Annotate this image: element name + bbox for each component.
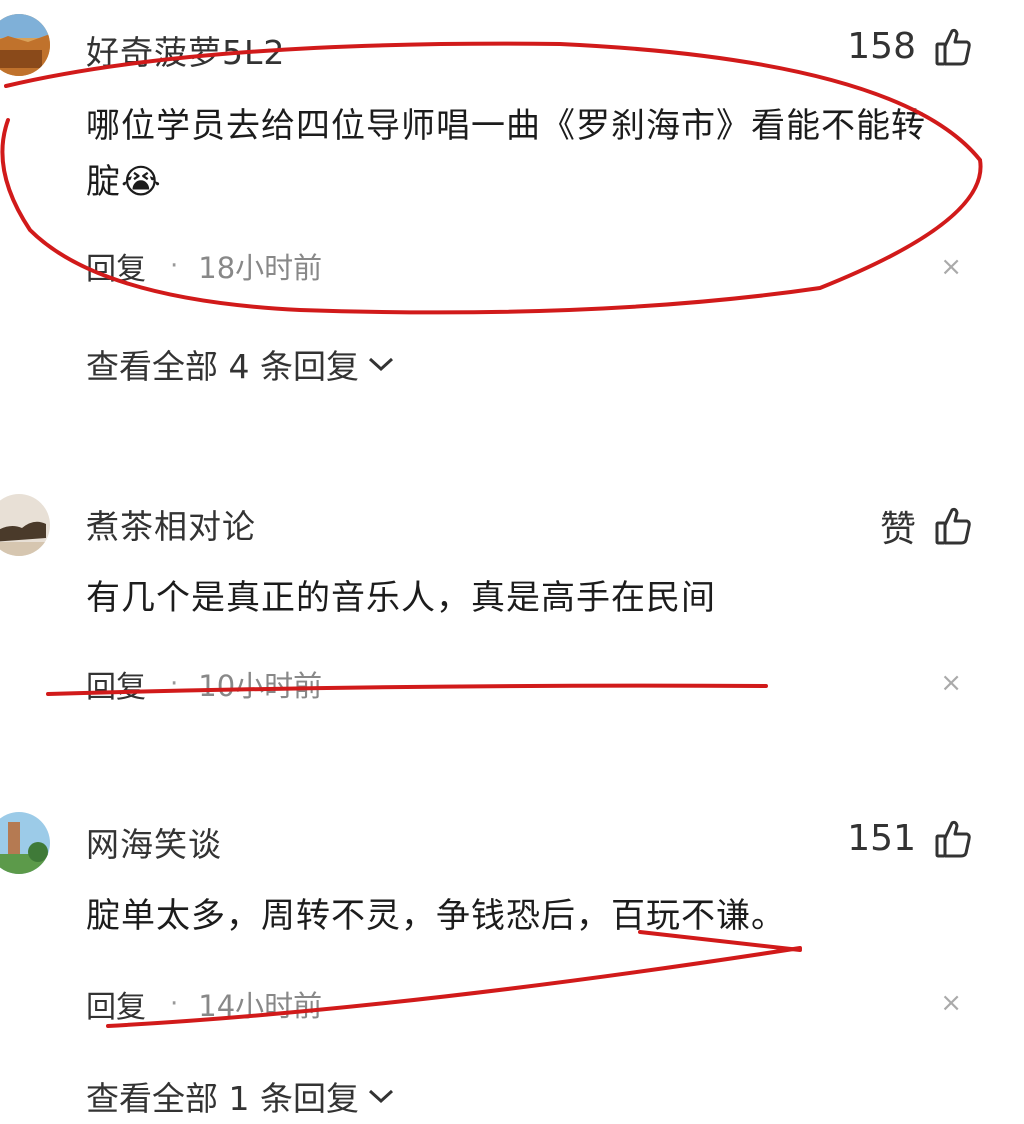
view-all-replies-button[interactable]: 查看全部 1 条回复 <box>86 1072 395 1120</box>
username[interactable]: 好奇菠萝5L2 <box>86 26 285 74</box>
close-icon[interactable]: × <box>940 988 962 1018</box>
like-button[interactable]: 158 <box>847 26 972 67</box>
separator: · <box>170 251 179 281</box>
comment-meta: 回复 · 14小时前 <box>86 982 322 1026</box>
avatar[interactable] <box>0 494 50 556</box>
like-button[interactable]: 赞 <box>880 500 972 552</box>
comment-text: 哪位学员去给四位导师唱一曲《罗刹海市》看能不能转腚😭 <box>86 106 926 202</box>
reply-button[interactable]: 回复 <box>86 982 146 1026</box>
comment-meta: 回复 · 18小时前 <box>86 244 322 288</box>
username[interactable]: 煮茶相对论 <box>86 500 256 548</box>
timestamp: 18小时前 <box>198 251 323 285</box>
close-icon[interactable]: × <box>940 668 962 698</box>
thumbs-up-icon <box>935 820 971 857</box>
like-count: 151 <box>847 818 916 859</box>
comment-meta: 回复 · 10小时前 <box>86 662 322 706</box>
thumbs-up-icon <box>935 507 971 545</box>
timestamp: 14小时前 <box>198 989 323 1023</box>
view-all-label: 查看全部 1 条回复 <box>86 1079 359 1118</box>
avatar[interactable] <box>0 812 50 874</box>
like-count: 158 <box>847 26 916 67</box>
like-button[interactable]: 151 <box>847 818 972 859</box>
comment-text: 有几个是真正的音乐人，真是高手在民间 <box>86 578 716 618</box>
comment-text: 腚单太多，周转不灵，争钱恐后，百玩不谦。 <box>86 896 786 936</box>
view-all-replies-button[interactable]: 查看全部 4 条回复 <box>86 340 395 388</box>
separator: · <box>170 669 179 699</box>
chevron-down-icon <box>368 357 393 372</box>
avatar[interactable] <box>0 14 50 76</box>
timestamp: 10小时前 <box>198 669 323 703</box>
like-count: 赞 <box>879 509 916 550</box>
view-all-label: 查看全部 4 条回复 <box>86 347 359 386</box>
reply-button[interactable]: 回复 <box>86 662 146 706</box>
reply-button[interactable]: 回复 <box>86 244 146 288</box>
thumbs-up-icon <box>935 28 971 65</box>
comment-list: 好奇菠萝5L2 158 哪位学员去给四位导师唱一曲《罗刹海市》看能不能转腚😭 回… <box>0 0 1024 1124</box>
separator: · <box>170 989 179 1019</box>
chevron-down-icon <box>368 1089 393 1104</box>
close-icon[interactable]: × <box>940 252 962 282</box>
username[interactable]: 网海笑谈 <box>86 818 222 866</box>
